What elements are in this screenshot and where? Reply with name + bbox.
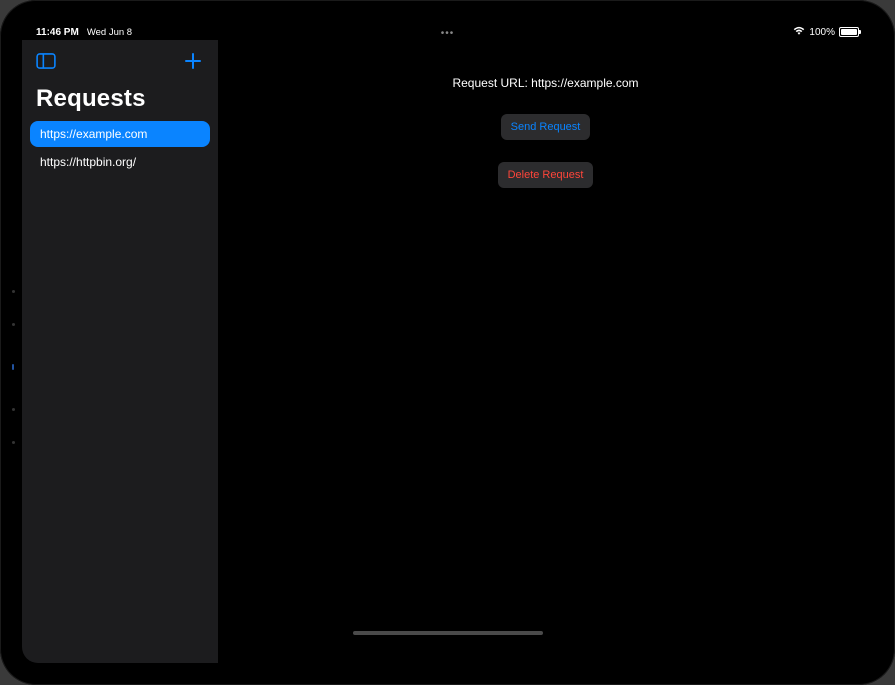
sidebar-title: Requests [22,83,218,121]
multitasking-dots-icon[interactable]: ••• [441,28,455,39]
sidebar-item-label: https://example.com [40,127,147,141]
main-panel: Request URL: https://example.com Send Re… [218,40,873,663]
device-frame: 11:46 PM Wed Jun 8 ••• 100% [0,0,895,685]
sidebar-list: https://example.com https://httpbin.org/ [22,121,218,177]
battery-percentage: 100% [809,27,835,38]
home-indicator[interactable] [353,631,543,635]
sidebar: Requests https://example.com https://htt… [22,40,218,663]
delete-request-button[interactable]: Delete Request [498,162,594,188]
wifi-icon [793,26,805,39]
status-date: Wed Jun 8 [87,27,132,38]
battery-icon [839,27,859,37]
screen: 11:46 PM Wed Jun 8 ••• 100% [22,22,873,663]
sidebar-item-request[interactable]: https://httpbin.org/ [30,149,210,175]
add-request-icon[interactable] [184,52,202,75]
request-url-value: https://example.com [531,76,638,90]
request-url-label: Request URL: https://example.com [452,76,638,90]
sidebar-toolbar [22,46,218,83]
send-request-button[interactable]: Send Request [501,114,591,140]
sidebar-item-label: https://httpbin.org/ [40,155,136,169]
status-time: 11:46 PM [36,27,79,38]
status-bar: 11:46 PM Wed Jun 8 ••• 100% [22,22,873,40]
app-content: Requests https://example.com https://htt… [22,40,873,663]
sidebar-toggle-icon[interactable] [36,53,56,74]
sidebar-item-request[interactable]: https://example.com [30,121,210,147]
device-side-decor [12,290,15,444]
